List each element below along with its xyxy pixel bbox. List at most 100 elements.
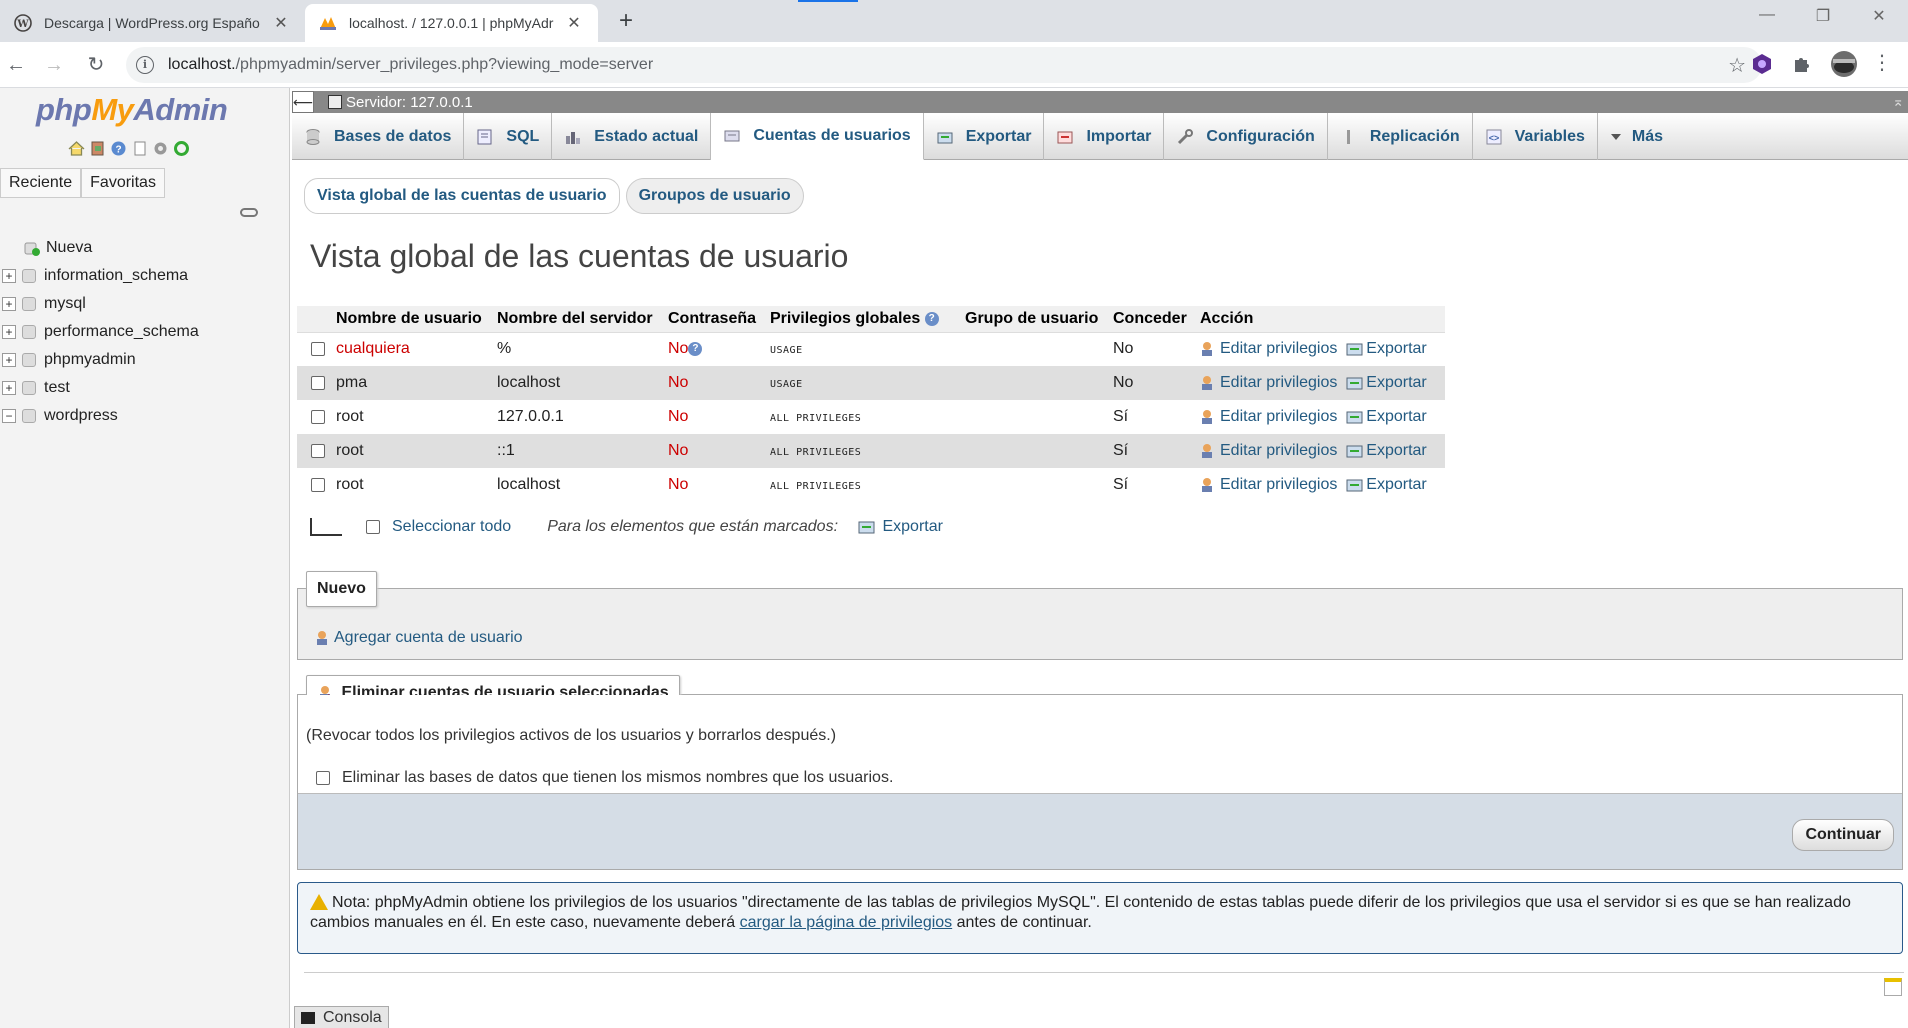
close-tab-icon[interactable]: ✕ — [271, 13, 291, 33]
help-icon[interactable]: ? — [110, 140, 127, 157]
notepad-icon[interactable] — [1884, 978, 1902, 996]
export-icon — [1346, 341, 1363, 357]
row-checkbox[interactable] — [311, 443, 325, 458]
collapse-icon[interactable]: − — [2, 409, 16, 423]
logout-icon[interactable] — [89, 140, 106, 157]
docs-icon[interactable] — [131, 140, 148, 157]
bookmark-star-icon[interactable]: ☆ — [1728, 53, 1746, 78]
home-icon[interactable] — [68, 140, 85, 157]
new-database-icon — [24, 240, 40, 256]
database-icon — [22, 409, 36, 423]
tab-user-accounts[interactable]: Cuentas de usuarios — [711, 113, 924, 160]
forward-icon[interactable]: → — [40, 52, 68, 80]
row-checkbox[interactable] — [311, 375, 325, 390]
info-icon[interactable]: i — [136, 56, 154, 74]
subtab-global-overview[interactable]: Vista global de las cuentas de usuario — [304, 178, 620, 214]
expand-icon[interactable]: + — [2, 381, 16, 395]
puzzle-extensions-icon[interactable] — [1790, 52, 1814, 76]
select-all-checkbox[interactable] — [366, 520, 380, 534]
tab-export[interactable]: Exportar — [924, 113, 1045, 160]
reload-privileges-link[interactable]: cargar la página de privilegios — [740, 914, 953, 931]
tab-replication[interactable]: Replicación — [1328, 113, 1473, 160]
header-host[interactable]: Nombre del servidor — [492, 306, 663, 333]
select-all-label[interactable]: Seleccionar todo — [392, 518, 511, 536]
svg-text:<>: <> — [1488, 133, 1499, 143]
tree-item-test[interactable]: + test — [0, 374, 199, 402]
console-tab[interactable]: Consola — [294, 1006, 389, 1028]
continue-button[interactable]: Continuar — [1792, 819, 1894, 851]
tree-item-mysql[interactable]: + mysql — [0, 290, 199, 318]
restore-button[interactable]: ❐ — [1800, 6, 1846, 26]
tab-databases[interactable]: Bases de datos — [292, 113, 465, 160]
export-link[interactable]: Exportar — [1346, 442, 1427, 459]
header-user-group[interactable]: Grupo de usuario — [960, 306, 1108, 333]
export-link[interactable]: Exportar — [1346, 408, 1427, 425]
drop-db-label[interactable]: Eliminar las bases de datos que tienen l… — [342, 769, 893, 787]
edit-privileges-link[interactable]: Editar privilegios — [1200, 374, 1337, 391]
browser-tab-phpmyadmin[interactable]: localhost. / 127.0.0.1 | phpMyAdr ✕ — [305, 4, 598, 42]
tree-item-phpmyadmin[interactable]: + phpmyadmin — [0, 346, 199, 374]
expand-icon[interactable]: + — [2, 297, 16, 311]
export-link[interactable]: Exportar — [1346, 374, 1427, 391]
header-grant[interactable]: Conceder — [1108, 306, 1195, 333]
bulk-export-button[interactable]: Exportar — [858, 518, 943, 536]
recent-tab[interactable]: Reciente — [0, 168, 82, 198]
tree-item-wordpress[interactable]: − wordpress — [0, 402, 199, 430]
minimize-button[interactable]: — — [1744, 6, 1790, 24]
chevron-down-icon — [1610, 128, 1622, 146]
global-privileges: USAGE — [770, 345, 803, 357]
header-user[interactable]: Nombre de usuario — [331, 306, 492, 333]
expand-icon[interactable]: + — [2, 325, 16, 339]
add-user-link[interactable]: Agregar cuenta de usuario — [314, 629, 523, 647]
reload-icon[interactable]: ↻ — [82, 52, 110, 80]
url-text[interactable]: localhost./phpmyadmin/server_privileges.… — [168, 56, 653, 74]
header-global-privileges[interactable]: Privilegios globales ? — [765, 306, 960, 333]
subtab-user-groups[interactable]: Groupos de usuario — [625, 178, 804, 214]
tab-settings[interactable]: Configuración — [1164, 113, 1328, 160]
profile-avatar[interactable] — [1830, 50, 1858, 78]
tree-item-new[interactable]: Nueva — [0, 234, 199, 262]
address-bar[interactable]: i localhost./phpmyadmin/server_privilege… — [126, 47, 1762, 83]
status-icon — [564, 128, 582, 146]
toggle-nav-arrow-icon[interactable]: ⟵ — [292, 91, 314, 113]
tab-sql[interactable]: SQL — [464, 113, 553, 160]
tab-import[interactable]: Importar — [1044, 113, 1165, 160]
help-icon[interactable]: ? — [688, 342, 703, 357]
close-window-button[interactable]: ✕ — [1856, 6, 1902, 26]
tab-title: localhost. / 127.0.0.1 | phpMyAdr — [349, 15, 554, 31]
server-label[interactable]: Servidor: 127.0.0.1 — [346, 94, 473, 111]
help-icon[interactable]: ? — [924, 312, 939, 327]
reload-nav-icon[interactable] — [173, 140, 190, 157]
extension-icon[interactable] — [1750, 52, 1774, 76]
tree-item-performance-schema[interactable]: + performance_schema — [0, 318, 199, 346]
close-tab-icon[interactable]: ✕ — [564, 13, 584, 33]
tree-item-information-schema[interactable]: + information_schema — [0, 262, 199, 290]
export-link[interactable]: Exportar — [1346, 476, 1427, 493]
export-link[interactable]: Exportar — [1346, 340, 1427, 357]
edit-privileges-link[interactable]: Editar privilegios — [1200, 408, 1337, 425]
export-icon — [1346, 375, 1363, 391]
row-checkbox[interactable] — [311, 477, 325, 492]
expand-icon[interactable]: + — [2, 269, 16, 283]
tab-variables[interactable]: <> Variables — [1473, 113, 1598, 160]
tab-status[interactable]: Estado actual — [552, 113, 712, 160]
edit-privileges-link[interactable]: Editar privilegios — [1200, 476, 1337, 493]
link-icon[interactable] — [240, 208, 258, 217]
browser-menu-icon[interactable]: ⋮ — [1872, 52, 1892, 76]
expand-icon[interactable]: + — [2, 353, 16, 367]
page-title: Vista global de las cuentas de usuario — [310, 238, 849, 274]
row-checkbox[interactable] — [311, 342, 325, 357]
favorites-tab[interactable]: Favoritas — [81, 168, 165, 198]
row-checkbox[interactable] — [311, 409, 325, 424]
edit-privileges-link[interactable]: Editar privilegios — [1200, 442, 1337, 459]
browser-tab-wordpress[interactable]: W Descarga | WordPress.org Españo ✕ — [0, 4, 305, 42]
back-icon[interactable]: ← — [2, 52, 30, 80]
collapse-top-icon[interactable]: ⌅ — [1892, 93, 1904, 110]
new-tab-button[interactable]: + — [612, 8, 640, 36]
edit-privileges-link[interactable]: Editar privilegios — [1200, 340, 1337, 357]
header-password[interactable]: Contraseña — [663, 306, 765, 333]
phpmyadmin-logo[interactable]: phpMyAdmin — [36, 92, 228, 128]
gear-icon[interactable] — [152, 140, 169, 157]
tab-more[interactable]: Más — [1598, 113, 1675, 160]
drop-db-checkbox[interactable] — [316, 771, 330, 785]
